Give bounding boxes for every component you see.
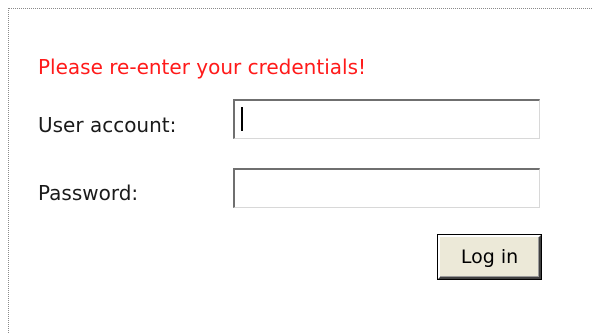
- user-account-input[interactable]: [233, 99, 540, 139]
- user-account-label: User account:: [38, 113, 177, 137]
- password-label: Password:: [38, 181, 139, 205]
- text-cursor: [241, 107, 243, 131]
- password-input[interactable]: [233, 168, 540, 208]
- login-button[interactable]: Log in: [438, 235, 541, 279]
- error-message: Please re-enter your credentials!: [38, 55, 367, 79]
